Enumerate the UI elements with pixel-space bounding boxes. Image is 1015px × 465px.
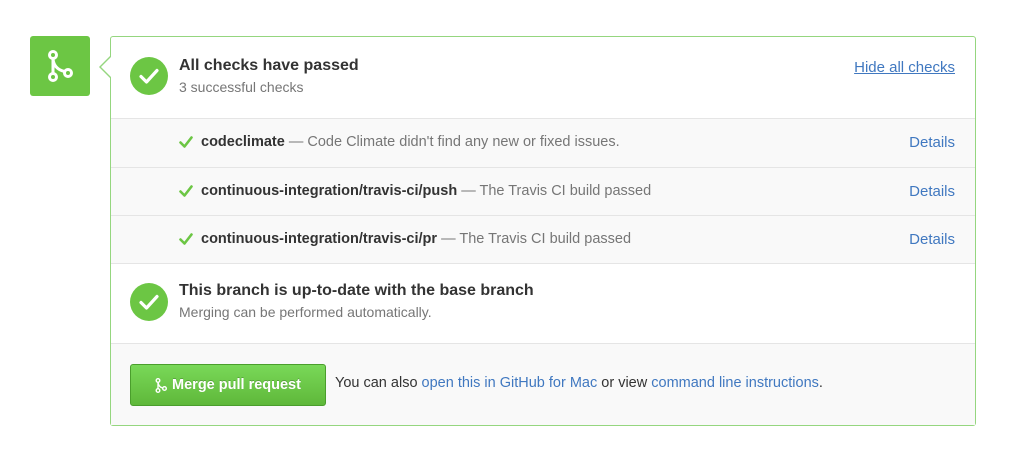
branch-status-subtitle: Merging can be performed automatically. bbox=[179, 304, 432, 320]
check-icon bbox=[179, 233, 193, 245]
panel-pointer-fill bbox=[101, 57, 111, 77]
open-in-github-for-mac-link[interactable]: open this in GitHub for Mac bbox=[422, 375, 598, 391]
check-description: — The Travis CI build passed bbox=[461, 183, 652, 199]
check-name: continuous-integration/travis-ci/pr bbox=[201, 231, 438, 247]
checks-list: codeclimate — Code Climate didn't find a… bbox=[111, 118, 975, 263]
git-merge-icon bbox=[48, 50, 73, 82]
details-link[interactable]: Details bbox=[909, 134, 955, 151]
merge-actions: Merge pull request You can also open thi… bbox=[111, 343, 975, 425]
check-description: — The Travis CI build passed bbox=[441, 231, 632, 247]
branch-status-title: This branch is up-to-date with the base … bbox=[179, 282, 534, 299]
merge-button-label: Merge pull request bbox=[172, 377, 301, 393]
merge-panel: All checks have passed 3 successful chec… bbox=[110, 36, 976, 426]
checks-summary: All checks have passed 3 successful chec… bbox=[111, 37, 975, 118]
check-row: continuous-integration/travis-ci/pr — Th… bbox=[111, 215, 975, 263]
command-line-instructions-link[interactable]: command line instructions bbox=[651, 375, 819, 391]
check-circle-icon bbox=[130, 57, 168, 95]
checks-title: All checks have passed bbox=[179, 57, 359, 74]
merge-pull-request-button[interactable]: Merge pull request bbox=[130, 364, 326, 406]
hide-all-checks-link[interactable]: Hide all checks bbox=[854, 59, 955, 76]
details-link[interactable]: Details bbox=[909, 231, 955, 248]
check-row: continuous-integration/travis-ci/push — … bbox=[111, 167, 975, 215]
check-description: — Code Climate didn't find any new or fi… bbox=[288, 134, 620, 150]
details-link[interactable]: Details bbox=[909, 183, 955, 200]
check-row: codeclimate — Code Climate didn't find a… bbox=[111, 119, 975, 167]
git-merge-icon bbox=[155, 377, 168, 393]
branch-status: This branch is up-to-date with the base … bbox=[111, 263, 975, 343]
check-name: codeclimate bbox=[201, 134, 285, 150]
check-circle-icon bbox=[130, 283, 168, 321]
check-icon bbox=[179, 185, 193, 197]
merge-status-badge bbox=[30, 36, 90, 96]
checks-subtitle: 3 successful checks bbox=[179, 79, 304, 95]
check-name: continuous-integration/travis-ci/push bbox=[201, 183, 458, 199]
merge-alternatives-note: You can also open this in GitHub for Mac… bbox=[335, 375, 823, 391]
check-icon bbox=[179, 136, 193, 148]
